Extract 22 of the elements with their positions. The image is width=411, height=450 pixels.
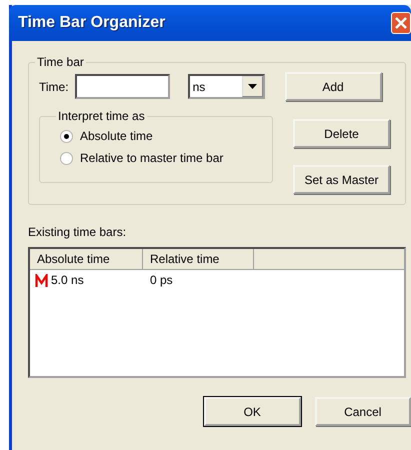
time-label: Time: <box>39 80 69 94</box>
window-title: Time Bar Organizer <box>18 14 166 32</box>
column-header[interactable]: Relative time <box>143 249 254 270</box>
cancel-button[interactable]: Cancel <box>314 397 411 426</box>
add-button[interactable]: Add <box>284 72 382 101</box>
radio-option[interactable]: Relative to master time bar <box>60 147 272 169</box>
list-label: Existing time bars: <box>28 225 126 239</box>
close-button[interactable] <box>391 12 411 34</box>
column-header[interactable]: Absolute time <box>30 249 143 270</box>
caret-icon <box>248 84 257 89</box>
table-cell: 0 ps <box>150 273 173 287</box>
table-cell: 5.0 ns <box>51 273 84 287</box>
group-title: Interpret time as <box>57 109 146 123</box>
group-title: Time bar <box>36 55 85 69</box>
delete-button[interactable]: Delete <box>293 119 390 148</box>
ok-button[interactable]: OK <box>204 397 300 426</box>
radio-option[interactable]: Absolute time <box>60 125 272 147</box>
close-icon <box>395 17 407 29</box>
unit-dropdown[interactable]: ns <box>188 74 265 99</box>
set-master-button[interactable]: Set as Master <box>293 165 390 194</box>
time-field[interactable] <box>74 74 170 99</box>
list-row[interactable]: 5.0 ns 0 ps <box>30 270 404 290</box>
